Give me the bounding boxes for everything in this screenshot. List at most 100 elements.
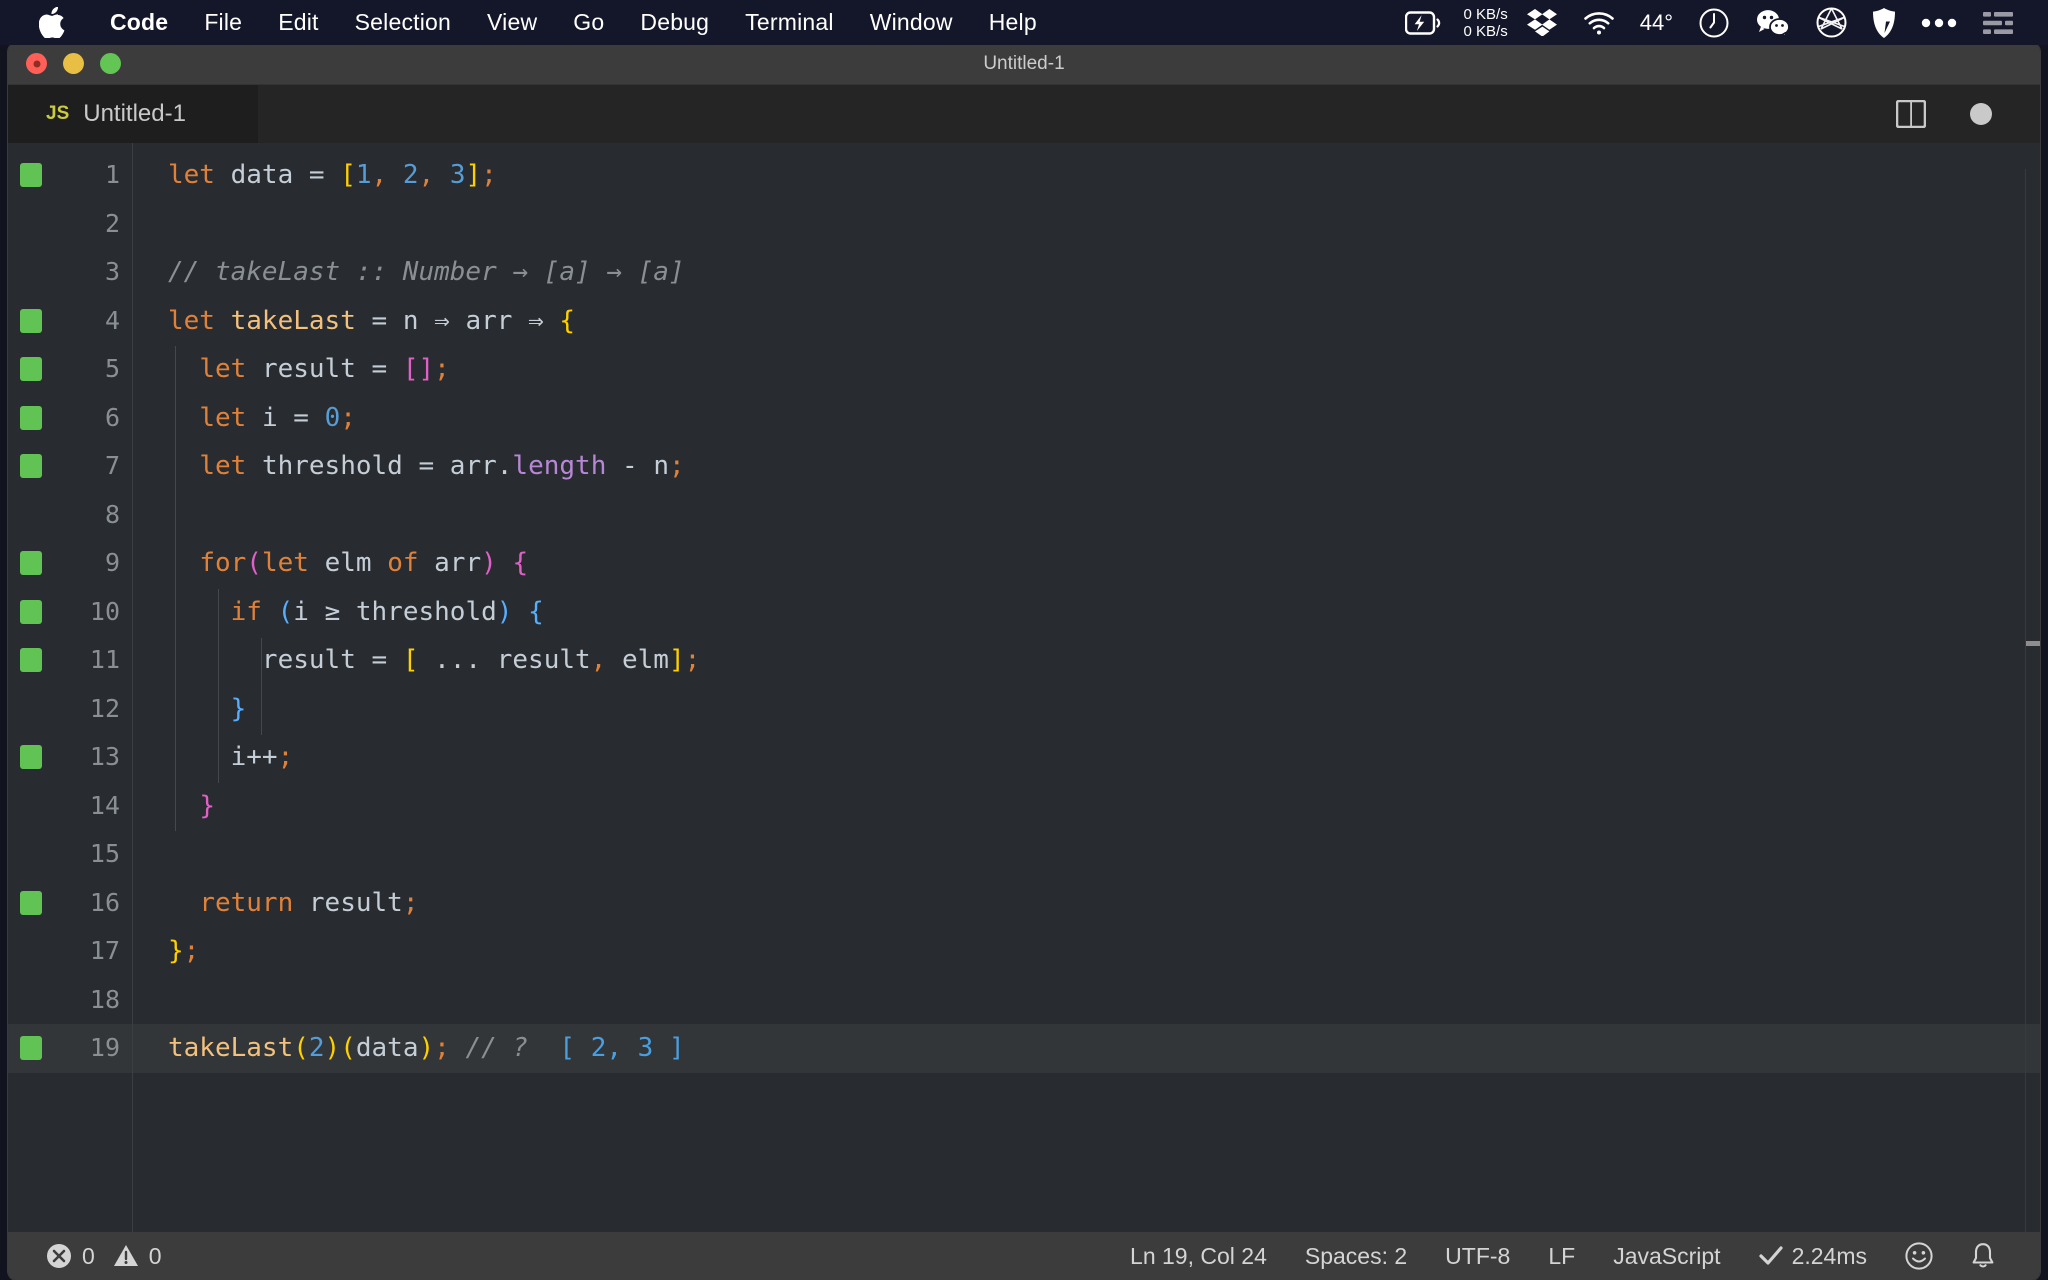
- minimize-window-button[interactable]: [63, 53, 84, 74]
- cursor-position[interactable]: Ln 19, Col 24: [1111, 1243, 1286, 1270]
- clock-icon[interactable]: [1685, 0, 1743, 45]
- split-editor-icon[interactable]: [1874, 85, 1948, 143]
- line-number: 2: [104, 208, 120, 238]
- wechat-icon[interactable]: [1743, 0, 1803, 45]
- menu-item-edit[interactable]: Edit: [260, 0, 336, 45]
- code-line[interactable]: 12 }: [8, 685, 2040, 734]
- line-number: 5: [104, 354, 120, 383]
- runtime-duration: 2.24ms: [1791, 1242, 1867, 1269]
- vscode-window: Untitled-1 JS Untitled-1 1 let data = [1…: [8, 43, 2040, 1280]
- code-line[interactable]: 14 }: [8, 782, 2040, 831]
- git-modified-marker: [8, 1036, 54, 1061]
- dropbox-icon[interactable]: [1514, 0, 1570, 45]
- menu-item-help[interactable]: Help: [971, 0, 1055, 45]
- status-bar: 0 0 Ln 19, Col 24 Spaces: 2 UTF-8 LF Jav…: [8, 1232, 2040, 1280]
- gutter-divider: [132, 143, 133, 1232]
- line-content: i++;: [230, 742, 294, 772]
- status-bar-left: 0 0: [8, 1243, 174, 1270]
- line-number: 1: [104, 160, 120, 189]
- line-number: 13: [89, 742, 120, 771]
- temperature-indicator[interactable]: 44°: [1628, 10, 1685, 36]
- menu-item-selection[interactable]: Selection: [337, 0, 469, 45]
- ellipsis-icon[interactable]: [1908, 0, 1970, 45]
- line-number: 18: [89, 984, 120, 1014]
- tab-untitled-1[interactable]: JS Untitled-1: [8, 85, 258, 143]
- network-speed-indicator[interactable]: 0 KB/s 0 KB/s: [1454, 6, 1514, 40]
- line-number: 7: [104, 451, 120, 480]
- git-modified-marker: [8, 357, 54, 382]
- vertical-scrollbar[interactable]: [2026, 641, 2040, 646]
- git-modified-marker: [8, 551, 54, 576]
- line-number: 17: [89, 936, 120, 965]
- line-number: 9: [104, 548, 120, 577]
- line-number: 19: [89, 1033, 120, 1062]
- checkmark-icon: [1758, 1245, 1783, 1267]
- unsaved-dot-icon[interactable]: [1948, 85, 2014, 143]
- menu-item-terminal[interactable]: Terminal: [727, 0, 852, 45]
- problems-indicator[interactable]: 0 0: [34, 1243, 174, 1270]
- maximize-window-button[interactable]: [100, 53, 121, 74]
- code-line[interactable]: 18: [8, 976, 2040, 1025]
- editor-tab-bar: JS Untitled-1: [8, 85, 2040, 143]
- code-line[interactable]: 6 let i = 0;: [8, 394, 2040, 443]
- git-modified-marker: [8, 454, 54, 479]
- code-line[interactable]: 9 for(let elm of arr) {: [8, 539, 2040, 588]
- network-download-rate: 0 KB/s: [1463, 22, 1508, 40]
- code-line[interactable]: 3 // takeLast :: Number → [a] → [a]: [8, 248, 2040, 297]
- runtime-indicator[interactable]: 2.24ms: [1740, 1243, 1886, 1270]
- macos-menu-bar: Code File Edit Selection View Go Debug T…: [0, 0, 2048, 45]
- smiley-icon[interactable]: [1886, 1242, 1952, 1270]
- indent-guide: [261, 638, 262, 735]
- line-number: 14: [89, 790, 120, 820]
- javascript-file-icon: JS: [46, 103, 70, 124]
- apple-logo-icon[interactable]: [38, 6, 66, 39]
- menu-item-debug[interactable]: Debug: [622, 0, 727, 45]
- git-modified-marker: [8, 648, 54, 673]
- code-line[interactable]: 17 };: [8, 927, 2040, 976]
- language-mode[interactable]: JavaScript: [1594, 1243, 1739, 1270]
- code-line[interactable]: 7 let threshold = arr.length - n;: [8, 442, 2040, 491]
- menu-item-code[interactable]: Code: [92, 0, 186, 45]
- eol-setting[interactable]: LF: [1529, 1243, 1594, 1270]
- code-line[interactable]: 5 let result = [];: [8, 345, 2040, 394]
- warning-count: 0: [148, 1242, 162, 1269]
- line-content: let i = 0;: [199, 402, 356, 433]
- git-modified-marker: [8, 599, 54, 624]
- control-center-icon[interactable]: [1970, 0, 2026, 45]
- code-line[interactable]: 13 i++;: [8, 733, 2040, 782]
- shield-icon[interactable]: [1860, 0, 1908, 45]
- window-title-bar: Untitled-1: [8, 43, 2040, 85]
- code-line[interactable]: 4 let takeLast = n ⇒ arr ⇒ {: [8, 297, 2040, 346]
- line-number: 15: [89, 839, 120, 868]
- error-count: 0: [82, 1242, 95, 1269]
- menu-item-window[interactable]: Window: [852, 0, 971, 45]
- window-traffic-lights: [26, 53, 121, 74]
- bell-icon[interactable]: [1952, 1242, 2014, 1270]
- line-content: }: [230, 693, 247, 724]
- code-line[interactable]: 2: [8, 200, 2040, 249]
- menu-item-go[interactable]: Go: [555, 0, 622, 45]
- battery-charging-icon[interactable]: [1392, 0, 1454, 45]
- code-line[interactable]: 10 if (i ≥ threshold) {: [8, 588, 2040, 637]
- code-line[interactable]: 11 result = [ ... result, elm];: [8, 636, 2040, 685]
- line-content: return result;: [199, 887, 419, 918]
- menu-item-view[interactable]: View: [469, 0, 555, 45]
- wifi-icon[interactable]: [1570, 0, 1628, 45]
- code-line[interactable]: 16 return result;: [8, 879, 2040, 928]
- code-line-active[interactable]: 19 takeLast(2)(data); // ? [ 2, 3 ]: [8, 1024, 2040, 1073]
- error-circle-icon: [46, 1243, 72, 1269]
- line-number: 11: [89, 645, 120, 674]
- menu-item-file[interactable]: File: [186, 0, 260, 45]
- line-content: let takeLast = n ⇒ arr ⇒ {: [168, 305, 576, 336]
- indentation-setting[interactable]: Spaces: 2: [1286, 1243, 1426, 1270]
- network-upload-rate: 0 KB/s: [1463, 5, 1508, 23]
- code-line[interactable]: 15: [8, 830, 2040, 879]
- line-number: 8: [104, 499, 120, 529]
- code-line[interactable]: 8: [8, 491, 2040, 540]
- encoding-setting[interactable]: UTF-8: [1426, 1243, 1529, 1270]
- close-window-button[interactable]: [26, 53, 47, 74]
- aperture-icon[interactable]: [1803, 0, 1860, 45]
- line-content: }: [199, 790, 215, 821]
- code-line[interactable]: 1 let data = [1, 2, 3];: [8, 151, 2040, 200]
- code-editor[interactable]: 1 let data = [1, 2, 3]; 2 3 // takeLast …: [8, 143, 2040, 1232]
